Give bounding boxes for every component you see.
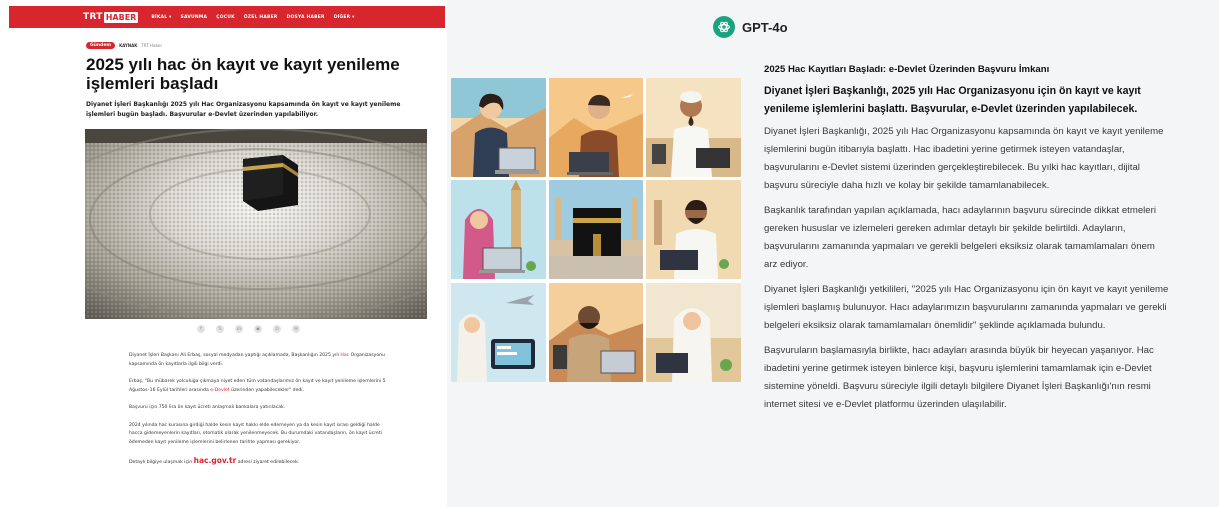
illustration-white-hijab-woman [646, 282, 741, 382]
site-navbar: TRT HABER BİKAL ▾ SAVUNMA ÇOCUK ÖZEL HAB… [9, 6, 445, 28]
illustration-man-laptop [548, 78, 644, 177]
whatsapp-icon[interactable]: ◉ [254, 325, 262, 333]
category-badge[interactable]: Gündem [86, 42, 116, 49]
logo-haber: HABER [103, 11, 139, 23]
linkedin-icon[interactable]: in [235, 325, 243, 333]
facebook-icon[interactable]: f [197, 325, 205, 333]
article-meta: Gündem KAYNAK TRT Haber [86, 42, 162, 49]
kaaba-icon [243, 155, 298, 211]
share-bar: f 𝕏 in ◉ ⊙ ✉ [197, 325, 300, 333]
nav-item-bikal[interactable]: BİKAL ▾ [151, 15, 171, 20]
gpt-article: 2025 Hac Kayıtları Başladı: e-Devlet Üze… [764, 64, 1169, 421]
hac-link[interactable]: Hac [340, 353, 349, 358]
nav-item-cocuk[interactable]: ÇOCUK [216, 15, 235, 20]
trt-article-page: TRT HABER BİKAL ▾ SAVUNMA ÇOCUK ÖZEL HAB… [9, 6, 445, 506]
nav-item-dosya-haber[interactable]: DOSYA HABER [287, 15, 325, 20]
nav-item-ozel-haber[interactable]: ÖZEL HABER [244, 15, 278, 20]
telegram-icon[interactable]: ⊙ [273, 325, 281, 333]
illustration-woman-tablet [451, 282, 546, 382]
hac-gov-link[interactable]: hac.gov.tr [194, 456, 237, 465]
body-paragraph-5: Detaylı bilgiye ulaşmak için hac.gov.tr … [129, 456, 387, 468]
gpt-paragraph-1: Diyanet İşleri Başkanlığı, 2025 yılı Hac… [764, 126, 1164, 191]
x-icon[interactable]: 𝕏 [216, 325, 224, 333]
model-name: GPT-4o [742, 19, 788, 35]
illustration-pilgrim-laptop [646, 78, 741, 177]
p5-text-b: adresi ziyaret edilebilecek. [236, 460, 300, 465]
p1-text-a: Diyanet İşleri Başkanı Ali Erbaş, sosyal… [129, 353, 341, 358]
source-label: KAYNAK [119, 43, 138, 48]
kaaba-hero-image [85, 129, 427, 319]
trt-haber-logo[interactable]: TRT HABER [83, 10, 139, 24]
openai-logo-icon [713, 16, 735, 38]
p2-text-b: üzerinden yapabilecekler" dedi. [229, 387, 305, 393]
illustration-kaaba [548, 180, 644, 280]
body-paragraph-2: Erbaş, "Bu mübarek yolculuğa çıkmaya niy… [129, 378, 387, 395]
source-value: TRT Haber [141, 43, 163, 48]
gpt-paragraph-4: Başvuruların başlamasıyla birlikte, hacı… [764, 345, 1154, 410]
gpt-article-title: 2025 Hac Kayıtları Başladı: e-Devlet Üze… [764, 64, 1050, 75]
gpt-header: GPT-4o [713, 16, 788, 38]
gpt-paragraph-2: Başkanlık tarafından yapılan açıklamada,… [764, 205, 1156, 270]
gpt-article-lead: Diyanet İşleri Başkanlığı, 2025 yılı Hac… [764, 85, 1141, 115]
body-paragraph-1: Diyanet İşleri Başkanı Ali Erbaş, sosyal… [129, 352, 387, 369]
illustration-grid [451, 78, 741, 382]
illustration-man-bag-laptop [548, 282, 644, 382]
gpt-paragraph-3: Diyanet İşleri Başkanlığı yetkilileri, "… [764, 284, 1169, 331]
article-headline: 2025 yılı hac ön kayıt ve kayıt yenileme… [86, 55, 400, 93]
illustration-woman-laptop [451, 78, 546, 177]
nav-item-savunma[interactable]: SAVUNMA [181, 15, 208, 20]
illustration-hijab-woman-laptop [451, 180, 546, 280]
body-paragraph-3: Başvuru için 750 lira ön kayıt ücreti an… [129, 405, 286, 410]
email-icon[interactable]: ✉ [292, 325, 300, 333]
p5-text-a: Detaylı bilgiye ulaşmak için [129, 460, 194, 465]
body-paragraph-4: 2024 yılında hac kurasına girdiği halde … [129, 422, 382, 445]
illustration-bearded-man-laptop [646, 180, 741, 280]
article-summary: Diyanet İşleri Başkanlığı 2025 yılı Hac … [86, 101, 401, 118]
logo-trt: TRT [83, 12, 103, 22]
nav-item-diger[interactable]: DİĞER ▾ [334, 15, 355, 20]
article-body: Diyanet İşleri Başkanı Ali Erbaş, sosyal… [129, 352, 387, 477]
e-devlet-link[interactable]: e-Devlet [210, 388, 229, 393]
